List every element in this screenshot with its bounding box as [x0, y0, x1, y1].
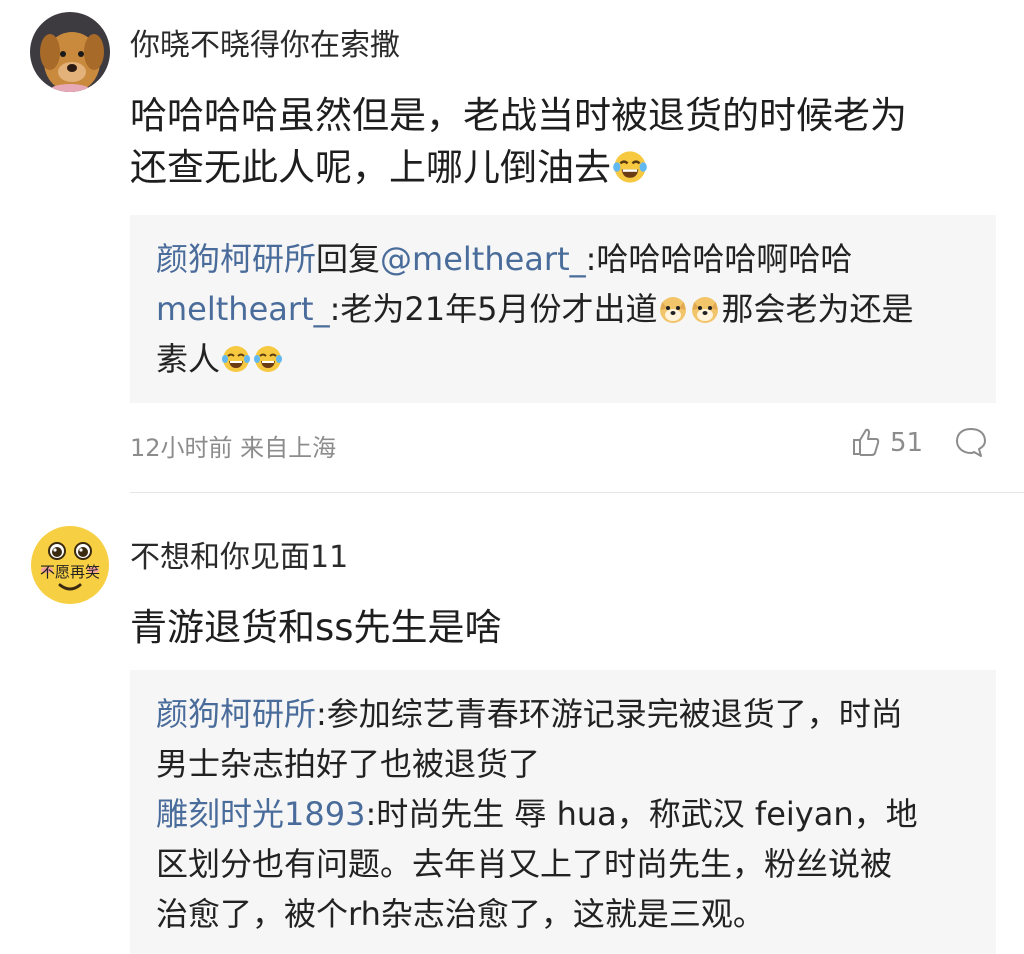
- reply-item: 颜狗柯研所:参加综艺青春环游记录完被退货了，时尚: [156, 690, 976, 738]
- comment-bubble-icon[interactable]: [954, 425, 988, 459]
- reply-item: meltheart_:老为21年5月份才出道 那会老为还是: [156, 285, 976, 333]
- avatar-caption: 不愿再笑: [39, 563, 100, 581]
- reply-item-continued: 素人: [156, 335, 976, 383]
- comment-body-line: 哈哈哈哈虽然但是，老战当时被退货的时候老为: [130, 94, 907, 137]
- reply-username[interactable]: 颜狗柯研所: [156, 695, 316, 733]
- laughing-crying-emoji-icon: [254, 346, 283, 372]
- reply-text: :哈哈哈哈哈啊哈哈: [585, 240, 853, 278]
- avatar-emoji[interactable]: 不愿再笑: [30, 525, 110, 605]
- doge-emoji-icon: [660, 297, 687, 323]
- reply-box[interactable]: 颜狗柯研所回复@meltheart_:哈哈哈哈哈啊哈哈 meltheart_:老…: [130, 215, 996, 403]
- comment-divider: [130, 492, 1024, 493]
- reply-action: 回复: [316, 240, 381, 278]
- like-count: 51: [890, 428, 924, 458]
- reply-text: 区划分也有问题。去年肖又上了时尚先生，粉丝说被: [156, 845, 893, 883]
- reply-item-continued: 区划分也有问题。去年肖又上了时尚先生，粉丝说被: [156, 840, 976, 888]
- laughing-crying-emoji-icon: [222, 346, 251, 372]
- reply-item-continued: 治愈了，被个rh杂志治愈了，这就是三观。: [156, 890, 976, 938]
- reply-text: :时尚先生 辱 hua，称武汉 feiyan，地: [365, 795, 918, 833]
- reply-username[interactable]: meltheart_: [156, 290, 330, 328]
- avatar-dog[interactable]: [30, 12, 110, 92]
- reply-text: 素人: [156, 340, 221, 378]
- comment-body: 哈哈哈哈虽然但是，老战当时被退货的时候老为 还查无此人呢，上哪儿倒油去: [130, 90, 1010, 194]
- reply-item-continued: 男士杂志拍好了也被退货了: [156, 740, 976, 788]
- reply-text: :老为21年5月份才出道: [329, 290, 658, 328]
- reply-item: 雕刻时光1893:时尚先生 辱 hua，称武汉 feiyan，地: [156, 790, 976, 838]
- comment-username[interactable]: 不想和你见面11: [130, 532, 348, 576]
- reply-box[interactable]: 颜狗柯研所:参加综艺青春环游记录完被退货了，时尚 男士杂志拍好了也被退货了 雕刻…: [130, 670, 996, 954]
- thumbs-up-icon[interactable]: [850, 426, 882, 458]
- comment-body-text: 还查无此人呢，上哪儿倒油去: [130, 146, 611, 189]
- comment-body-line: 还查无此人呢，上哪儿倒油去: [130, 142, 1010, 194]
- reply-text: 治愈了，被个rh杂志治愈了，这就是三观。: [156, 895, 765, 933]
- reply-username[interactable]: 雕刻时光1893: [156, 795, 365, 833]
- reply-text: :参加综艺青春环游记录完被退货了，时尚: [316, 695, 903, 733]
- reply-mention[interactable]: @meltheart_: [380, 240, 586, 278]
- reply-item: 颜狗柯研所回复@meltheart_:哈哈哈哈哈啊哈哈: [156, 235, 976, 283]
- reply-text: 那会老为还是: [721, 290, 914, 328]
- comment-meta: 12小时前 来自上海: [130, 434, 337, 462]
- comment-username[interactable]: 你晓不晓得你在索撒: [130, 20, 400, 64]
- reply-text: 男士杂志拍好了也被退货了: [156, 745, 541, 783]
- reply-username[interactable]: 颜狗柯研所: [156, 240, 316, 278]
- doge-emoji-icon: [692, 297, 719, 323]
- comment-body: 青游退货和ss先生是啥: [130, 606, 502, 649]
- laughing-crying-emoji-icon: [613, 151, 647, 183]
